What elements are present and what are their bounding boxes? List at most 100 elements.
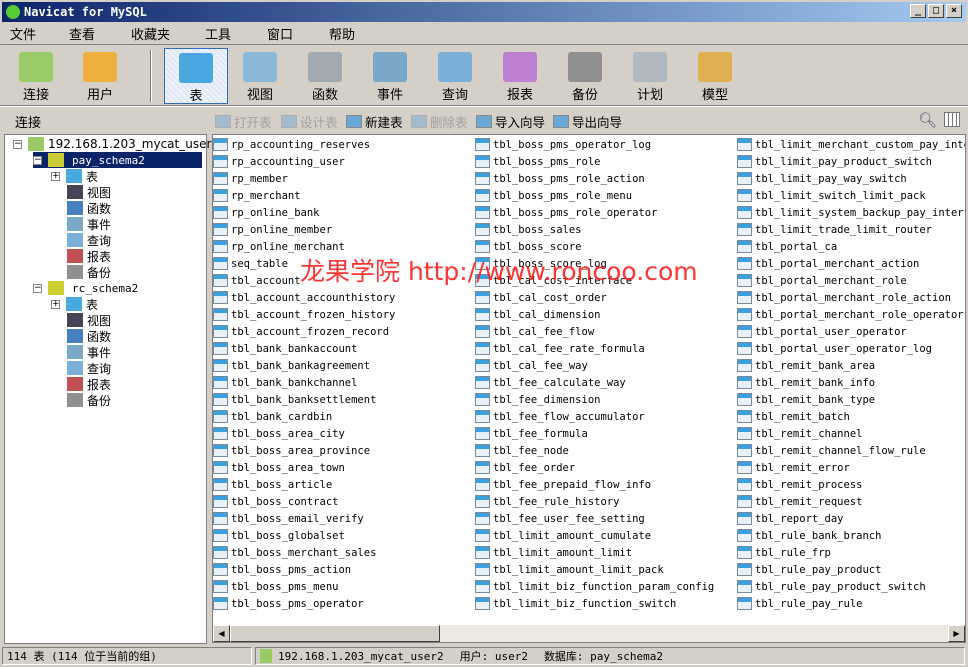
toolbar-button-4[interactable]: 函数 xyxy=(293,48,357,104)
table-item[interactable]: tbl_cal_fee_rate_formula xyxy=(475,340,645,357)
table-item[interactable]: tbl_remit_request xyxy=(737,493,862,510)
table-item[interactable]: tbl_portal_merchant_role xyxy=(737,272,907,289)
table-item[interactable]: tbl_fee_flow_accumulator xyxy=(475,408,645,425)
table-item[interactable]: rp_online_bank xyxy=(213,204,320,221)
tree-node[interactable]: 报表 xyxy=(67,376,111,392)
table-item[interactable]: tbl_boss_pms_role_action xyxy=(475,170,645,187)
table-item[interactable]: rp_online_merchant xyxy=(213,238,345,255)
table-item[interactable]: tbl_account_frozen_history xyxy=(213,306,395,323)
table-item[interactable]: tbl_limit_trade_limit_router xyxy=(737,221,932,238)
tree-node[interactable]: 视图 xyxy=(67,184,111,200)
menu-item[interactable]: 文件 xyxy=(10,24,59,43)
action-button-5[interactable]: 导出向导 xyxy=(553,112,622,131)
action-button-0[interactable]: 打开表 xyxy=(215,112,272,131)
toolbar-button-6[interactable]: 查询 xyxy=(423,48,487,104)
tree-node[interactable]: 函数 xyxy=(67,328,111,344)
tree-node[interactable]: 事件 xyxy=(67,216,111,232)
table-item[interactable]: tbl_boss_article xyxy=(213,476,332,493)
toolbar-button-5[interactable]: 事件 xyxy=(358,48,422,104)
toolbar-button-3[interactable]: 视图 xyxy=(228,48,292,104)
table-item[interactable]: tbl_boss_contract xyxy=(213,493,338,510)
table-item[interactable]: rp_online_member xyxy=(213,221,332,238)
tree-schema-rc_schema2[interactable]: − rc_schema2 xyxy=(33,280,142,296)
table-item[interactable]: rp_merchant xyxy=(213,187,301,204)
table-item[interactable]: tbl_portal_merchant_role_operator xyxy=(737,306,964,323)
table-item[interactable]: tbl_rule_bank_branch xyxy=(737,527,881,544)
table-item[interactable]: tbl_limit_switch_limit_pack xyxy=(737,187,926,204)
tree-node[interactable]: 查询 xyxy=(67,360,111,376)
expand-toggle[interactable]: + xyxy=(51,299,60,309)
table-item[interactable]: tbl_rule_frp xyxy=(737,544,831,561)
table-item[interactable]: tbl_bank_banksettlement xyxy=(213,391,376,408)
tree-connection[interactable]: − 192.168.1.203_mycat_user2 xyxy=(13,136,219,152)
table-item[interactable]: tbl_portal_user_operator_log xyxy=(737,340,932,357)
table-item[interactable]: tbl_portal_ca xyxy=(737,238,837,255)
table-item[interactable]: tbl_boss_pms_menu xyxy=(213,578,338,595)
table-item[interactable]: tbl_boss_pms_role_operator xyxy=(475,204,657,221)
table-item[interactable]: tbl_limit_amount_limit xyxy=(475,544,632,561)
toolbar-button-8[interactable]: 备份 xyxy=(553,48,617,104)
grid-view-icon[interactable] xyxy=(944,112,960,127)
table-item[interactable]: tbl_portal_user_operator xyxy=(737,323,907,340)
table-item[interactable]: tbl_bank_bankagreement xyxy=(213,357,370,374)
toolbar-button-7[interactable]: 报表 xyxy=(488,48,552,104)
table-item[interactable]: rp_accounting_reserves xyxy=(213,136,370,153)
table-item[interactable]: tbl_fee_prepaid_flow_info xyxy=(475,476,651,493)
collapse-toggle[interactable]: − xyxy=(13,139,22,149)
table-item[interactable]: tbl_boss_score xyxy=(475,238,582,255)
table-item[interactable]: tbl_account_frozen_record xyxy=(213,323,389,340)
table-item[interactable]: rp_member xyxy=(213,170,288,187)
table-item[interactable]: tbl_account xyxy=(213,272,301,289)
collapse-toggle[interactable]: − xyxy=(33,283,42,293)
table-item[interactable]: tbl_bank_bankchannel xyxy=(213,374,357,391)
table-item[interactable]: tbl_cal_cost_interface xyxy=(475,272,632,289)
action-button-2[interactable]: 新建表 xyxy=(346,112,403,131)
table-item[interactable]: tbl_limit_biz_function_switch xyxy=(475,595,676,612)
table-item[interactable]: tbl_remit_bank_type xyxy=(737,391,875,408)
tree-node[interactable]: + 表 xyxy=(51,168,98,184)
toolbar-button-2[interactable]: 表 xyxy=(164,48,228,104)
action-button-4[interactable]: 导入向导 xyxy=(476,112,545,131)
maximize-button[interactable]: □ xyxy=(928,4,944,18)
table-item[interactable]: tbl_boss_area_province xyxy=(213,442,370,459)
tree-node[interactable]: 视图 xyxy=(67,312,111,328)
table-item[interactable]: tbl_fee_order xyxy=(475,459,575,476)
table-item[interactable]: tbl_boss_area_town xyxy=(213,459,345,476)
table-item[interactable]: tbl_boss_score_log xyxy=(475,255,607,272)
table-item[interactable]: tbl_portal_merchant_action xyxy=(737,255,919,272)
table-item[interactable]: tbl_boss_pms_action xyxy=(213,561,351,578)
close-button[interactable]: × xyxy=(946,4,962,18)
scroll-left-button[interactable]: ◀ xyxy=(213,625,230,642)
table-item[interactable]: tbl_boss_pms_operator xyxy=(213,595,364,612)
table-item[interactable]: seq_table xyxy=(213,255,288,272)
action-button-3[interactable]: 删除表 xyxy=(411,112,468,131)
table-item[interactable]: tbl_remit_batch xyxy=(737,408,850,425)
table-item[interactable]: tbl_remit_bank_area xyxy=(737,357,875,374)
tree-node[interactable]: 报表 xyxy=(67,248,111,264)
toolbar-button-9[interactable]: 计划 xyxy=(618,48,682,104)
table-item[interactable]: tbl_bank_bankaccount xyxy=(213,340,357,357)
tree-node[interactable]: + 表 xyxy=(51,296,98,312)
search-icon[interactable]: 🔍︎ xyxy=(918,111,937,129)
table-item[interactable]: tbl_limit_amount_cumulate xyxy=(475,527,651,544)
tree-node[interactable]: 查询 xyxy=(67,232,111,248)
table-item[interactable]: tbl_limit_pay_way_switch xyxy=(737,170,907,187)
toolbar-button-0[interactable]: 连接 xyxy=(4,48,68,104)
collapse-toggle[interactable]: − xyxy=(33,155,42,165)
table-item[interactable]: tbl_limit_pay_product_switch xyxy=(737,153,932,170)
table-item[interactable]: tbl_fee_rule_history xyxy=(475,493,619,510)
menu-item[interactable]: 窗口 xyxy=(267,24,319,43)
table-item[interactable]: tbl_rule_pay_product xyxy=(737,561,881,578)
table-item[interactable]: tbl_fee_user_fee_setting xyxy=(475,510,645,527)
table-item[interactable]: tbl_boss_pms_role_menu xyxy=(475,187,632,204)
table-item[interactable]: tbl_remit_channel_flow_rule xyxy=(737,442,926,459)
tree-schema-pay_schema2[interactable]: − pay_schema2 xyxy=(33,152,202,168)
table-item[interactable]: tbl_boss_globalset xyxy=(213,527,345,544)
table-item[interactable]: tbl_boss_email_verify xyxy=(213,510,364,527)
tree-node[interactable]: 备份 xyxy=(67,264,111,280)
table-item[interactable]: tbl_bank_cardbin xyxy=(213,408,332,425)
table-item[interactable]: tbl_cal_dimension xyxy=(475,306,600,323)
table-item[interactable]: tbl_report_day xyxy=(737,510,844,527)
minimize-button[interactable]: _ xyxy=(910,4,926,18)
table-item[interactable]: tbl_fee_formula xyxy=(475,425,588,442)
